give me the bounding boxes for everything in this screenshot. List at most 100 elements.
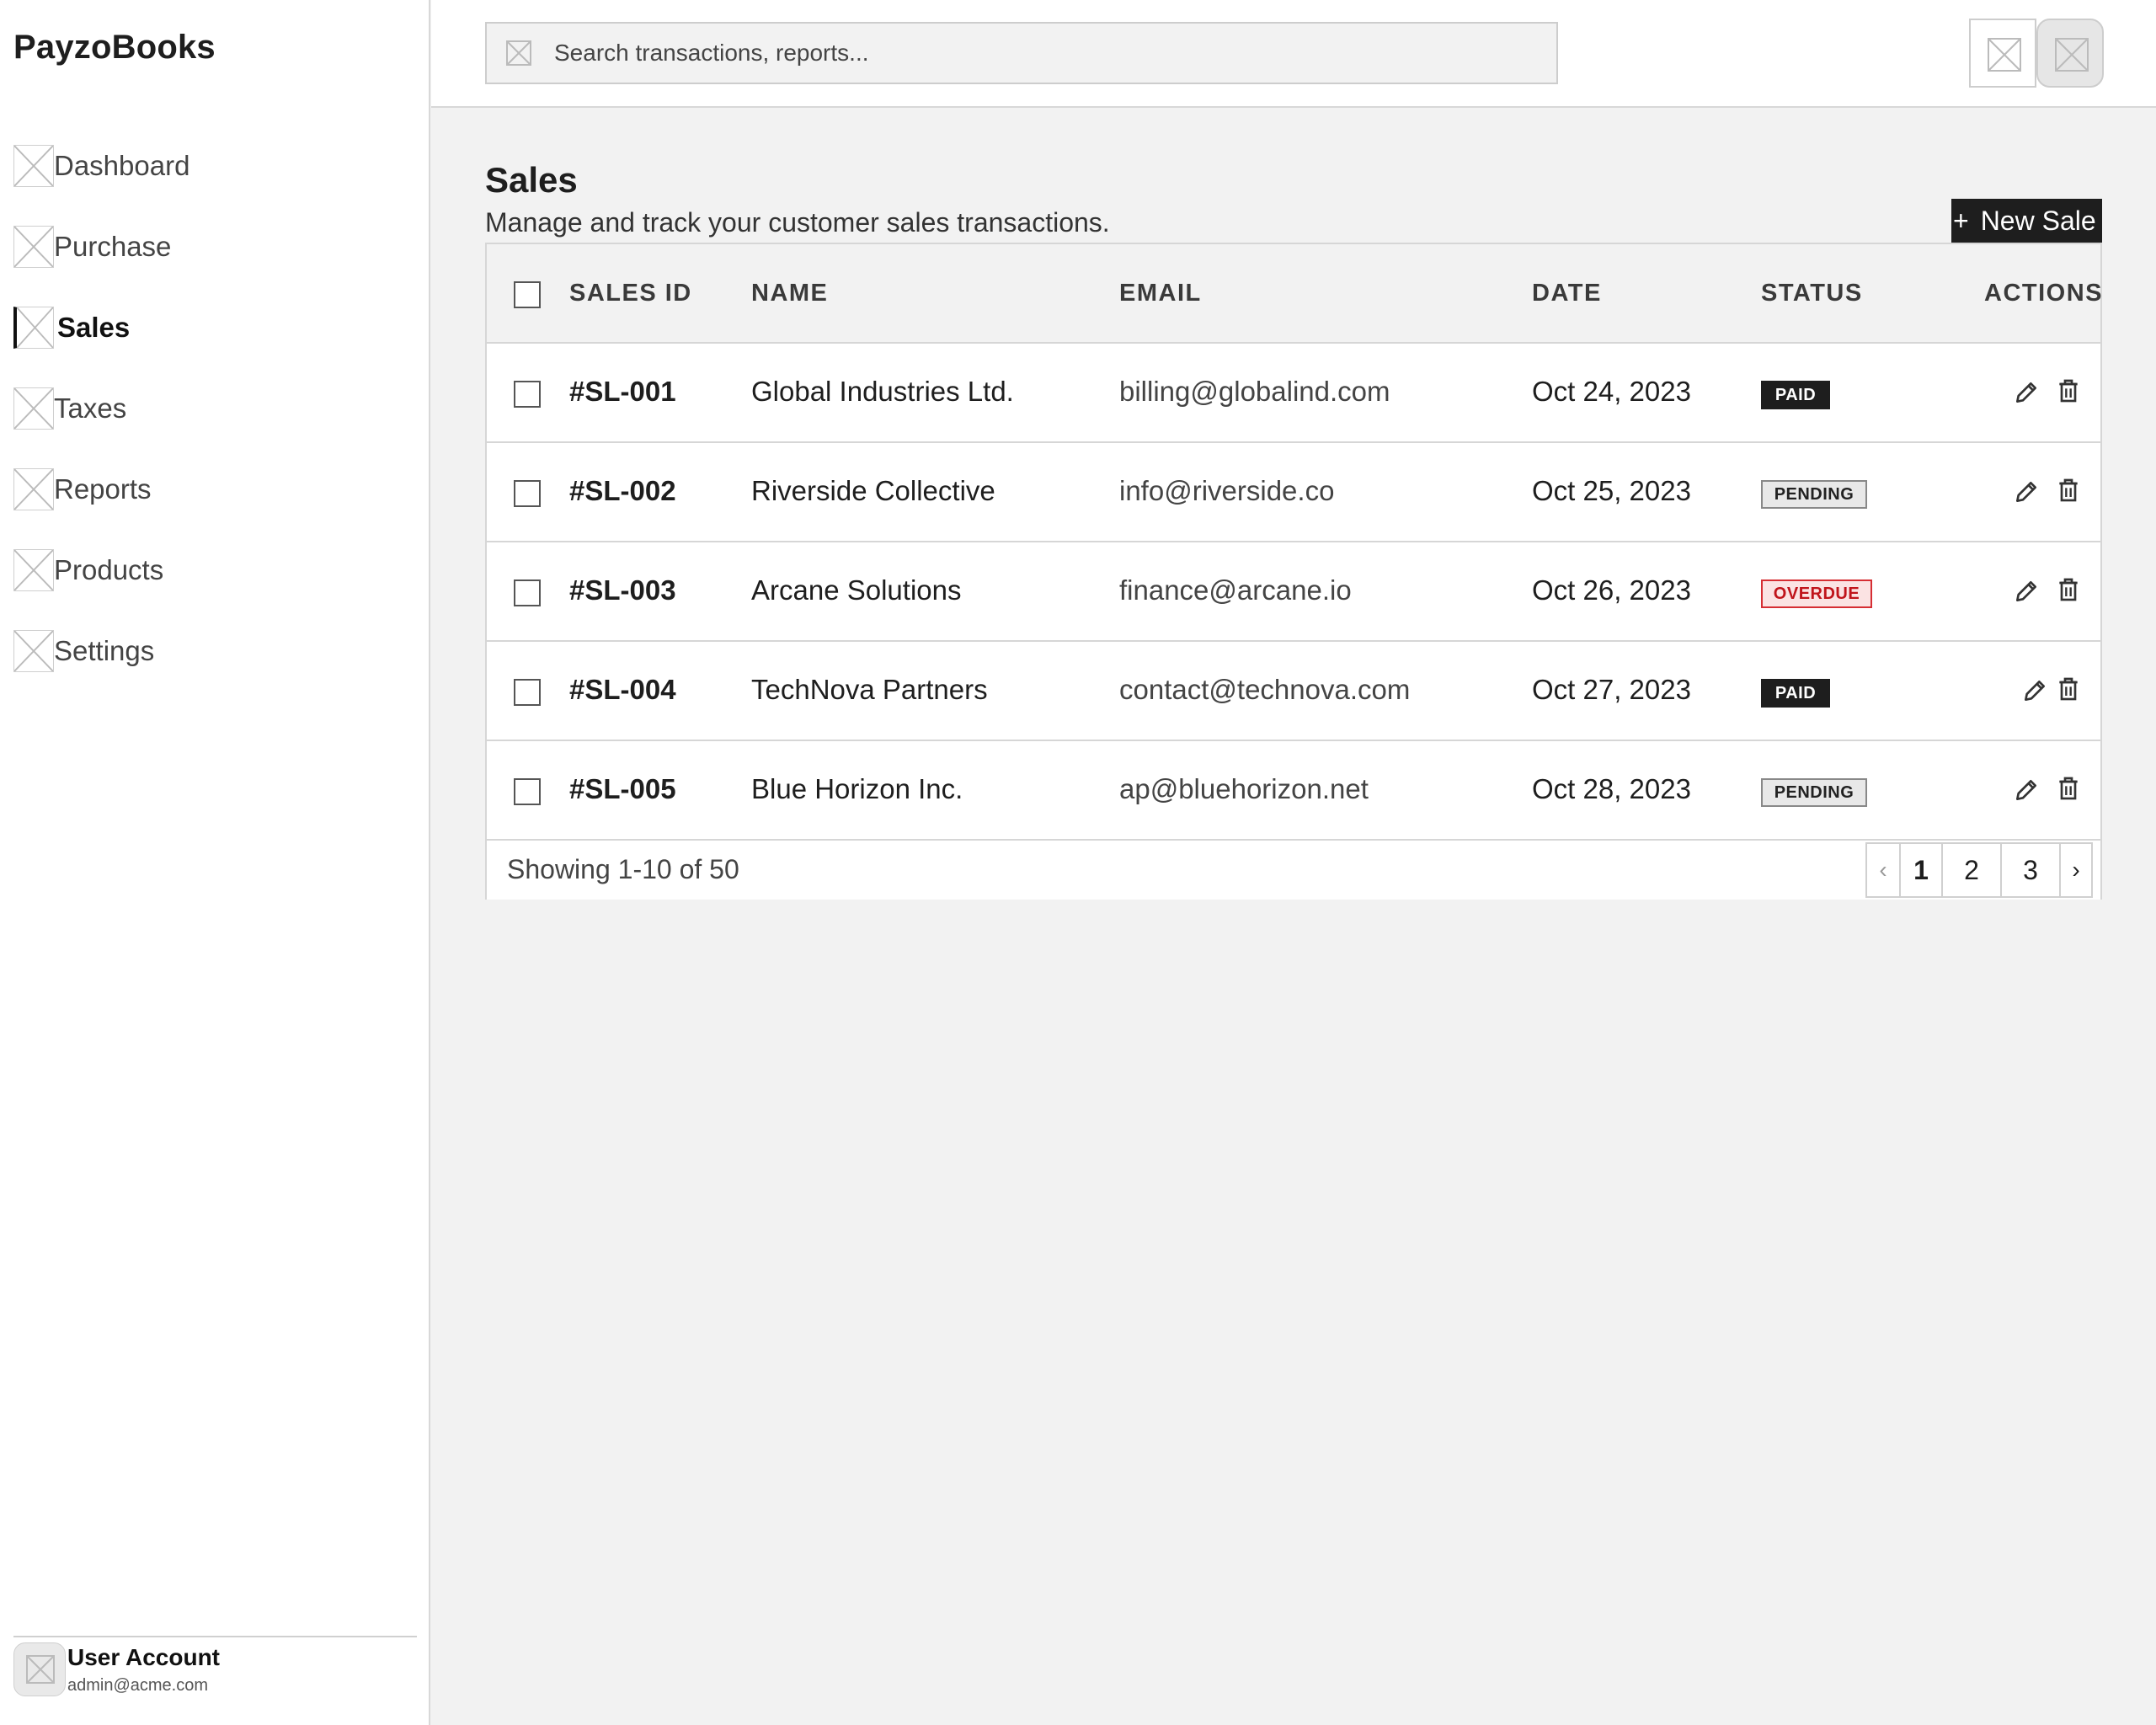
edit-icon[interactable] [2021,677,2048,704]
user-account[interactable]: User Account admin@acme.com [13,1636,417,1696]
header-status[interactable]: STATUS [1761,280,1863,307]
page-subtitle: Manage and track your customer sales tra… [485,207,1110,238]
customer-email: billing@globalind.com [1119,376,1390,407]
app-root: PayzoBooks Dashboard Purchase Sales Taxes Re… [0,0,2156,1725]
search-input[interactable] [554,40,1481,67]
notification-icon [1988,38,2021,72]
header-actions: ACTIONS [1984,280,2103,307]
sidebar-item-products[interactable]: Products [13,549,418,591]
user-email: admin@acme.com [67,1676,209,1695]
header-sales-id[interactable]: SALES ID [569,280,692,307]
delete-icon[interactable] [2055,477,2082,504]
header-email[interactable]: EMAIL [1119,280,1202,307]
edit-icon[interactable] [2013,478,2040,505]
sidebar-item-label: Dashboard [54,150,190,181]
brand-logo[interactable]: PayzoBooks [13,29,216,67]
notification-button[interactable] [1969,19,2036,88]
customer-name: Riverside Collective [751,475,995,506]
table-row[interactable]: #SL-004 TechNova Partners contact@technova… [487,642,2100,741]
sidebar-nav: Dashboard Purchase Sales Taxes Reports Produc… [13,145,418,711]
delete-icon[interactable] [2055,676,2082,702]
sidebar-item-reports[interactable]: Reports [13,468,418,510]
sidebar-item-label: Taxes [54,393,127,424]
user-name: User Account [67,1644,221,1670]
header-name[interactable]: NAME [751,280,828,307]
sales-id[interactable]: #SL-002 [569,475,676,507]
table-row[interactable]: #SL-003 Arcane Solutions finance@arcane.io… [487,542,2100,642]
table-row[interactable]: #SL-001 Global Industries Ltd. billing@glo… [487,344,2100,443]
sale-date: Oct 27, 2023 [1532,674,1691,705]
customer-name: Blue Horizon Inc. [751,773,963,804]
row-checkbox[interactable] [514,480,541,507]
sidebar: PayzoBooks Dashboard Purchase Sales Taxes Re… [0,0,430,1725]
edit-icon[interactable] [2013,777,2040,804]
avatar-icon[interactable] [13,1642,66,1696]
sidebar-item-label: Purchase [54,231,172,262]
sale-date: Oct 24, 2023 [1532,376,1691,407]
sidebar-item-purchase[interactable]: Purchase [13,226,418,268]
reports-icon [13,468,54,510]
customer-email: info@riverside.co [1119,475,1335,506]
customer-name: Global Industries Ltd. [751,376,1014,407]
dashboard-icon [13,145,54,187]
row-checkbox[interactable] [514,778,541,805]
sale-date: Oct 28, 2023 [1532,773,1691,804]
page-title: Sales [485,160,578,200]
table-header: SALES ID NAME EMAIL DATE STATUS ACTIONS [487,244,2103,344]
sidebar-item-dashboard[interactable]: Dashboard [13,145,418,187]
sales-id[interactable]: #SL-003 [569,574,676,606]
products-icon [13,549,54,591]
new-sale-button[interactable]: + New Sale [1951,199,2102,243]
pagination-page-1[interactable]: 1 [1901,844,1943,896]
edit-icon[interactable] [2013,379,2040,406]
customer-email: finance@arcane.io [1119,574,1352,606]
user-info: User Account admin@acme.com [67,1644,220,1696]
select-all-checkbox[interactable] [514,281,541,308]
sidebar-item-sales[interactable]: Sales [13,307,418,349]
pagination: ‹ 1 2 3 › [1865,842,2093,898]
sidebar-item-label: Settings [54,635,155,666]
row-checkbox[interactable] [514,679,541,706]
pagination-prev-button[interactable]: ‹ [1867,844,1901,896]
delete-icon[interactable] [2055,576,2082,603]
row-checkbox[interactable] [514,579,541,606]
sales-id[interactable]: #SL-004 [569,674,676,706]
table-footer: Showing 1-10 of 50 ‹ 1 2 3 › [487,841,2100,900]
status-badge: PAID [1761,381,1830,409]
status-badge: PENDING [1761,778,1867,807]
search-icon [505,40,532,67]
delete-icon[interactable] [2055,775,2082,802]
profile-button[interactable] [2036,19,2104,88]
topbar [431,0,2156,108]
edit-icon[interactable] [2013,578,2040,605]
table-row[interactable]: #SL-005 Blue Horizon Inc. ap@bluehorizon.n… [487,741,2100,841]
sidebar-item-taxes[interactable]: Taxes [13,387,418,430]
profile-icon [2055,38,2089,72]
settings-icon [13,630,54,672]
customer-name: TechNova Partners [751,674,988,705]
taxes-icon [13,387,54,430]
customer-email: contact@technova.com [1119,674,1411,705]
sidebar-item-label: Reports [54,473,152,505]
pagination-summary: Showing 1-10 of 50 [507,854,739,884]
table-row[interactable]: #SL-002 Riverside Collective info@riversid… [487,443,2100,542]
sales-table: SALES ID NAME EMAIL DATE STATUS ACTIONS … [485,243,2102,900]
pagination-next-button[interactable]: › [2061,844,2091,896]
new-sale-label: New Sale [1980,205,2096,236]
sidebar-item-settings[interactable]: Settings [13,630,418,672]
sidebar-item-label: Products [54,554,164,585]
delete-icon[interactable] [2055,377,2082,404]
purchase-icon [13,226,54,268]
search-bar[interactable] [485,22,1558,84]
pagination-page-2[interactable]: 2 [1943,844,2002,896]
status-badge: OVERDUE [1761,579,1872,608]
customer-email: ap@bluehorizon.net [1119,773,1369,804]
header-date[interactable]: DATE [1532,280,1602,307]
pagination-page-3[interactable]: 3 [2002,844,2061,896]
sale-date: Oct 26, 2023 [1532,574,1691,606]
sales-id[interactable]: #SL-005 [569,773,676,805]
sale-date: Oct 25, 2023 [1532,475,1691,506]
row-checkbox[interactable] [514,381,541,408]
sales-icon [13,307,54,349]
sales-id[interactable]: #SL-001 [569,376,676,408]
